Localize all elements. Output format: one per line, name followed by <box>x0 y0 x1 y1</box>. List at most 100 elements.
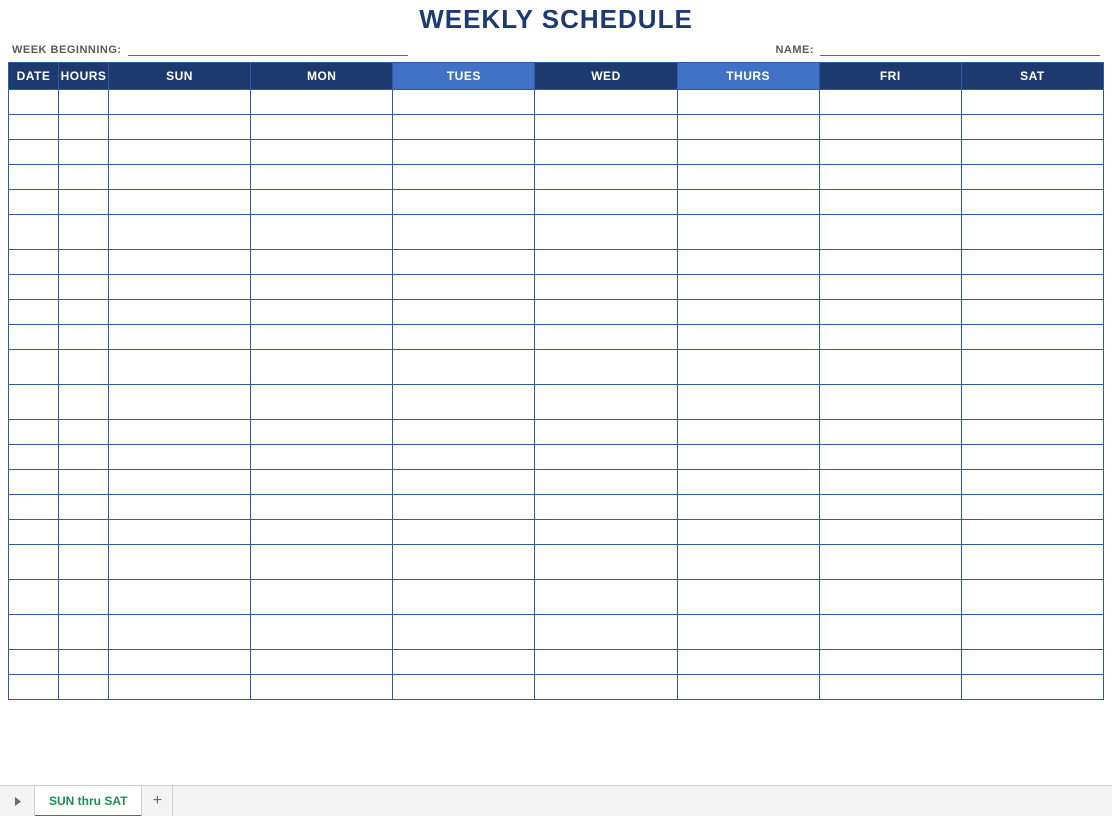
cell[interactable] <box>59 520 109 545</box>
cell[interactable] <box>535 545 677 580</box>
cell[interactable] <box>251 520 393 545</box>
table-row[interactable] <box>9 420 1104 445</box>
cell[interactable] <box>9 140 59 165</box>
cell[interactable] <box>59 250 109 275</box>
name-input[interactable] <box>820 41 1100 56</box>
cell[interactable] <box>677 420 819 445</box>
cell[interactable] <box>677 140 819 165</box>
cell[interactable] <box>109 420 251 445</box>
cell[interactable] <box>393 140 535 165</box>
cell[interactable] <box>9 115 59 140</box>
table-row[interactable] <box>9 470 1104 495</box>
cell[interactable] <box>819 445 961 470</box>
cell[interactable] <box>251 615 393 650</box>
table-row[interactable] <box>9 300 1104 325</box>
cell[interactable] <box>535 215 677 250</box>
cell[interactable] <box>9 300 59 325</box>
cell[interactable] <box>251 140 393 165</box>
cell[interactable] <box>677 615 819 650</box>
cell[interactable] <box>109 215 251 250</box>
cell[interactable] <box>961 615 1103 650</box>
cell[interactable] <box>251 90 393 115</box>
cell[interactable] <box>961 215 1103 250</box>
cell[interactable] <box>535 90 677 115</box>
table-row[interactable] <box>9 325 1104 350</box>
cell[interactable] <box>819 250 961 275</box>
col-date[interactable]: DATE <box>9 63 59 90</box>
cell[interactable] <box>535 520 677 545</box>
cell[interactable] <box>393 325 535 350</box>
cell[interactable] <box>251 470 393 495</box>
cell[interactable] <box>59 115 109 140</box>
table-row[interactable] <box>9 445 1104 470</box>
cell[interactable] <box>961 470 1103 495</box>
cell[interactable] <box>109 445 251 470</box>
cell[interactable] <box>819 385 961 420</box>
cell[interactable] <box>109 495 251 520</box>
cell[interactable] <box>393 385 535 420</box>
cell[interactable] <box>109 580 251 615</box>
sheet-nav-button[interactable] <box>0 786 35 816</box>
cell[interactable] <box>9 215 59 250</box>
cell[interactable] <box>393 445 535 470</box>
cell[interactable] <box>109 545 251 580</box>
table-row[interactable] <box>9 215 1104 250</box>
cell[interactable] <box>819 190 961 215</box>
cell[interactable] <box>393 215 535 250</box>
cell[interactable] <box>59 580 109 615</box>
cell[interactable] <box>677 495 819 520</box>
cell[interactable] <box>677 90 819 115</box>
cell[interactable] <box>677 300 819 325</box>
cell[interactable] <box>9 275 59 300</box>
cell[interactable] <box>109 190 251 215</box>
cell[interactable] <box>109 470 251 495</box>
cell[interactable] <box>961 250 1103 275</box>
cell[interactable] <box>9 445 59 470</box>
cell[interactable] <box>961 140 1103 165</box>
cell[interactable] <box>535 650 677 675</box>
cell[interactable] <box>819 165 961 190</box>
cell[interactable] <box>535 615 677 650</box>
cell[interactable] <box>535 350 677 385</box>
cell[interactable] <box>535 495 677 520</box>
cell[interactable] <box>819 300 961 325</box>
cell[interactable] <box>961 495 1103 520</box>
cell[interactable] <box>535 140 677 165</box>
cell[interactable] <box>535 115 677 140</box>
cell[interactable] <box>59 350 109 385</box>
cell[interactable] <box>961 115 1103 140</box>
add-sheet-button[interactable]: + <box>142 786 173 816</box>
cell[interactable] <box>109 300 251 325</box>
cell[interactable] <box>677 675 819 700</box>
table-row[interactable] <box>9 520 1104 545</box>
cell[interactable] <box>819 325 961 350</box>
cell[interactable] <box>677 545 819 580</box>
cell[interactable] <box>109 90 251 115</box>
cell[interactable] <box>677 650 819 675</box>
table-row[interactable] <box>9 165 1104 190</box>
cell[interactable] <box>819 495 961 520</box>
cell[interactable] <box>109 325 251 350</box>
cell[interactable] <box>393 300 535 325</box>
cell[interactable] <box>393 420 535 445</box>
cell[interactable] <box>109 165 251 190</box>
cell[interactable] <box>9 250 59 275</box>
cell[interactable] <box>251 580 393 615</box>
cell[interactable] <box>109 675 251 700</box>
table-row[interactable] <box>9 385 1104 420</box>
cell[interactable] <box>535 385 677 420</box>
cell[interactable] <box>393 495 535 520</box>
cell[interactable] <box>109 520 251 545</box>
cell[interactable] <box>677 325 819 350</box>
cell[interactable] <box>393 165 535 190</box>
cell[interactable] <box>677 470 819 495</box>
cell[interactable] <box>59 650 109 675</box>
cell[interactable] <box>9 165 59 190</box>
cell[interactable] <box>59 470 109 495</box>
table-row[interactable] <box>9 495 1104 520</box>
cell[interactable] <box>677 115 819 140</box>
cell[interactable] <box>59 675 109 700</box>
cell[interactable] <box>251 300 393 325</box>
cell[interactable] <box>961 190 1103 215</box>
cell[interactable] <box>251 545 393 580</box>
